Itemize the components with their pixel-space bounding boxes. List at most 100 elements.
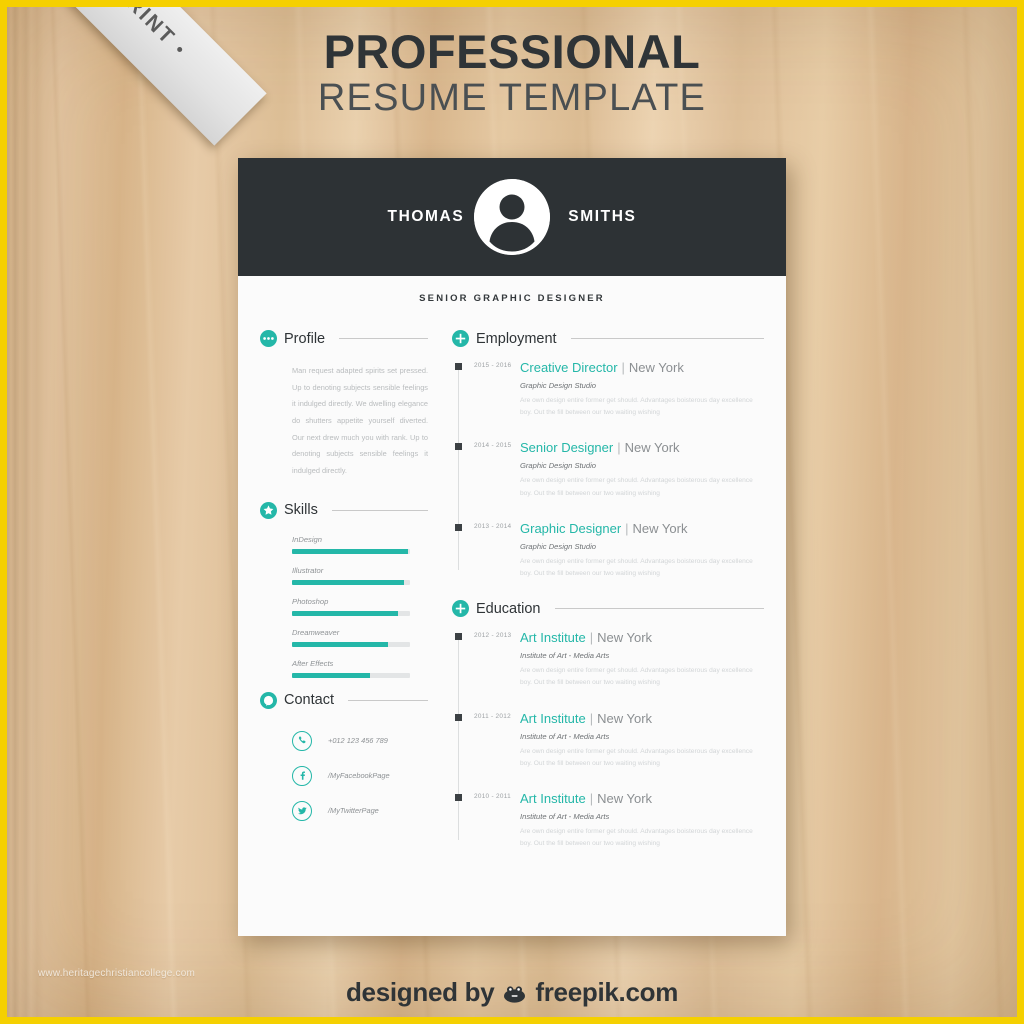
contact-text: /MyTwitterPage — [328, 806, 379, 816]
section-header-employment: Employment — [452, 330, 764, 347]
skill-name: Photoshop — [292, 596, 329, 606]
section-header-education: Education — [452, 600, 764, 618]
resume-columns: Profile Man request adapted spirits set … — [238, 304, 786, 870]
section-title-profile: Profile — [284, 330, 326, 347]
last-name: SMITHS — [568, 208, 637, 225]
footer-brand: freepik.com — [535, 977, 679, 1007]
contact-text: /MyFacebookPage — [328, 771, 390, 781]
contact-text: +012 123 456 789 — [328, 736, 388, 746]
section-title-skills: Skills — [284, 502, 318, 519]
entry-headline: Art Institute | New York — [520, 790, 764, 808]
entry-location: New York — [597, 790, 653, 806]
section-rule — [570, 338, 764, 339]
entry-organization: Graphic Design Studio — [520, 381, 596, 390]
entry-separator: | — [617, 440, 621, 456]
skill-name: Illustrator — [292, 565, 324, 575]
plus-circle-icon — [452, 330, 469, 347]
skill-item: Illustrator — [292, 566, 428, 585]
timeline-bullet-icon — [454, 363, 462, 370]
entry-description: Are own design entire former get should.… — [520, 827, 753, 848]
timeline-bullet-icon — [454, 443, 462, 451]
site-watermark: www.heritagechristiancollege.com — [38, 968, 196, 979]
employment-timeline: 2015 - 2016 Creative Director | New York Gra… — [452, 359, 764, 580]
skill-bar-fill — [292, 610, 399, 616]
entry-location: New York — [632, 520, 688, 536]
entry-headline: Graphic Designer | New York — [520, 520, 764, 538]
dots-circle-icon — [260, 330, 277, 347]
timeline-entry: 2010 - 2011 Art Institute | New York Institu… — [452, 790, 764, 850]
contact-item[interactable]: /MyTwitterPage — [292, 800, 428, 821]
speech-circle-icon — [260, 691, 277, 709]
phone-icon — [292, 730, 312, 751]
timeline-bullet-icon — [454, 523, 462, 531]
entry-separator: | — [621, 360, 625, 375]
entry-headline: Art Institute | New York — [520, 629, 764, 647]
section-rule — [339, 338, 428, 339]
entry-separator: | — [589, 630, 594, 646]
timeline-entry: 2013 - 2014 Graphic Designer | New York Grap… — [452, 520, 764, 580]
education-timeline: 2012 - 2013 Art Institute | New York Institu… — [452, 629, 764, 850]
skill-item: Photoshop — [292, 597, 428, 616]
resume-sheet: THOMAS SMITHS SENIOR GRAPHIC DESIGNER Pr… — [238, 158, 786, 936]
contact-list: +012 123 456 789/MyFacebookPage/MyTwitte… — [260, 721, 428, 821]
entry-location: New York — [628, 360, 684, 375]
skills-list: InDesign Illustrator Photoshop Dreamweaver A… — [260, 531, 428, 678]
entry-body: Art Institute | New York Institute of Art -… — [514, 710, 764, 770]
timeline-entry: 2011 - 2012 Art Institute | New York Institu… — [452, 710, 764, 770]
skill-item: InDesign — [292, 535, 428, 554]
first-name: THOMAS — [387, 208, 465, 225]
contact-item[interactable]: /MyFacebookPage — [292, 765, 428, 786]
left-column: Profile Man request adapted spirits set … — [260, 330, 428, 870]
skill-bar-track — [292, 641, 410, 647]
entry-headline: Senior Designer | New York — [520, 439, 764, 457]
entry-description: Are own design entire former get should.… — [520, 397, 753, 417]
skill-item: Dreamweaver — [292, 628, 428, 647]
entry-description: Are own design entire former get should.… — [520, 557, 753, 577]
section-rule — [554, 608, 764, 610]
entry-role: Senior Designer — [520, 440, 614, 456]
entry-headline: Art Institute | New York — [520, 710, 764, 728]
timeline-entry: 2014 - 2015 Senior Designer | New York Graph… — [452, 439, 764, 499]
skill-bar-fill — [292, 579, 405, 585]
section-header-skills: Skills — [260, 501, 428, 519]
entry-separator: | — [625, 520, 629, 536]
entry-description: Are own design entire former get should.… — [520, 747, 753, 767]
contact-item[interactable]: +012 123 456 789 — [292, 730, 428, 751]
entry-role: Creative Director — [520, 360, 618, 375]
skill-bar-fill — [292, 672, 370, 678]
skill-bar-track — [292, 672, 410, 678]
entry-headline: Creative Director | New York — [520, 359, 764, 377]
section-rule — [331, 509, 428, 511]
section-title-contact: Contact — [284, 692, 334, 709]
section-header-contact: Contact — [260, 691, 428, 709]
skill-name: Dreamweaver — [292, 627, 340, 637]
entry-separator: | — [589, 710, 594, 726]
entry-role: Art Institute — [520, 630, 586, 646]
footer-prefix: designed by — [345, 977, 495, 1007]
entry-body: Art Institute | New York Institute of Art -… — [514, 629, 764, 689]
skill-bar-track — [292, 548, 410, 554]
entry-role: Graphic Designer — [520, 520, 622, 536]
skill-bar-track — [292, 610, 410, 616]
skill-bar-fill — [292, 641, 388, 647]
footer-credit: designed by freepik.com — [0, 977, 1024, 1008]
timeline-entry: 2012 - 2013 Art Institute | New York Institu… — [452, 629, 764, 689]
entry-separator: | — [589, 790, 594, 806]
ribbon-dot-right-icon — [176, 46, 184, 54]
entry-location: New York — [624, 440, 680, 456]
skill-item: After Effects — [292, 659, 428, 678]
section-header-profile: Profile — [260, 330, 428, 347]
entry-location: New York — [597, 710, 653, 726]
right-column: Employment 2015 - 2016 Creative Director |… — [428, 330, 764, 870]
entry-organization: Institute of Art - Media Arts — [520, 651, 610, 661]
section-title-employment: Employment — [476, 330, 557, 347]
twitter-icon — [292, 800, 312, 821]
job-title: SENIOR GRAPHIC DESIGNER — [419, 293, 605, 304]
skill-bar-track — [292, 579, 410, 585]
entry-organization: Graphic Design Studio — [520, 461, 596, 471]
timeline-bullet-icon — [454, 793, 462, 801]
profile-text: Man request adapted spirits set pressed.… — [292, 366, 428, 475]
timeline-bullet-icon — [454, 633, 462, 641]
timeline-entry: 2015 - 2016 Creative Director | New York Gra… — [452, 359, 764, 419]
entry-role: Art Institute — [520, 790, 586, 806]
